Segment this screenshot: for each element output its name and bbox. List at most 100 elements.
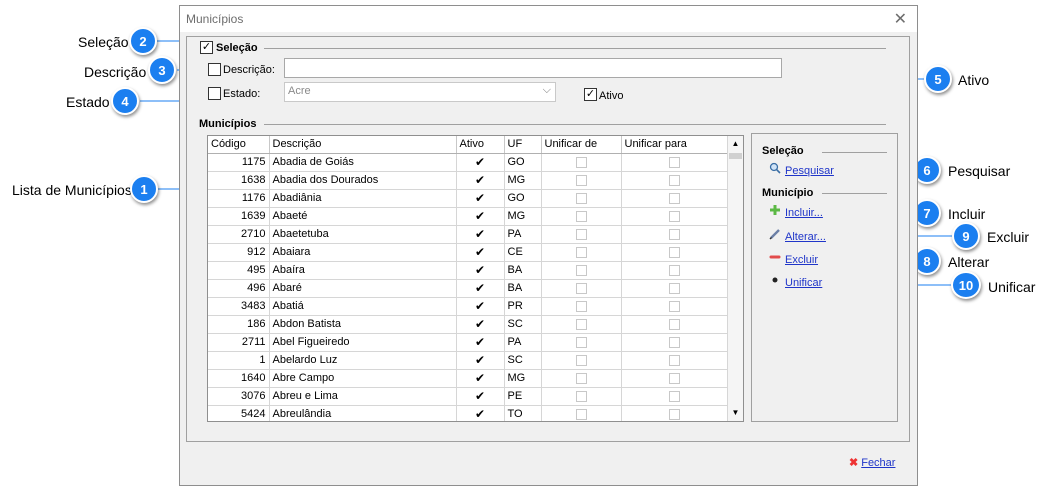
ativo-check-icon[interactable]: ✔ [475, 173, 485, 187]
ativo-check-icon[interactable]: ✔ [475, 335, 485, 349]
unificar-link[interactable]: Unificar [768, 274, 822, 289]
unchecked-box-icon[interactable] [669, 336, 680, 348]
unchecked-box-icon[interactable] [575, 210, 587, 222]
cell-unificar-de[interactable] [541, 261, 622, 280]
unchecked-box-icon[interactable] [669, 192, 680, 204]
scroll-down-icon[interactable]: ▼ [728, 405, 743, 421]
cell-ativo[interactable]: ✔ [456, 333, 505, 352]
cell-unificar-para[interactable] [621, 387, 729, 406]
col-ativo[interactable]: Ativo [456, 136, 505, 154]
cell-unificar-de[interactable] [541, 297, 622, 316]
ativo-check-icon[interactable]: ✔ [475, 281, 485, 295]
descricao-field[interactable] [284, 58, 782, 78]
unchecked-box-icon[interactable] [575, 390, 587, 402]
ativo-check-icon[interactable]: ✔ [475, 245, 485, 259]
grid-scrollbar[interactable]: ▲ ▼ [727, 136, 743, 421]
cell-unificar-para[interactable] [621, 207, 729, 226]
fechar-button[interactable]: ✖ Fechar [849, 456, 895, 469]
cell-unificar-de[interactable] [541, 369, 622, 388]
cell-unificar-para[interactable] [621, 153, 729, 172]
table-row[interactable]: 1 Abelardo Luz ✔ SC [208, 351, 729, 370]
unchecked-box-icon[interactable] [669, 282, 680, 294]
table-row[interactable]: 186 Abdon Batista ✔ SC [208, 315, 729, 334]
unchecked-box-icon[interactable] [669, 264, 680, 276]
cell-ativo[interactable]: ✔ [456, 297, 505, 316]
incluir-link[interactable]: Incluir... [768, 204, 823, 219]
table-row[interactable]: 3076 Abreu e Lima ✔ PE [208, 387, 729, 406]
pesquisar-link[interactable]: Pesquisar [768, 162, 834, 177]
table-row[interactable]: 495 Abaíra ✔ BA [208, 261, 729, 280]
table-row[interactable]: 1176 Abadiânia ✔ GO [208, 189, 729, 208]
col-uf[interactable]: UF [504, 136, 542, 154]
cell-unificar-para[interactable] [621, 315, 729, 334]
estado-select[interactable]: Acre ⌵ [284, 82, 556, 102]
cell-ativo[interactable]: ✔ [456, 315, 505, 334]
unchecked-box-icon[interactable] [669, 318, 680, 330]
cell-ativo[interactable]: ✔ [456, 225, 505, 244]
unchecked-box-icon[interactable] [669, 354, 680, 366]
unchecked-box-icon[interactable] [669, 408, 680, 420]
cell-unificar-para[interactable] [621, 261, 729, 280]
unchecked-box-icon[interactable] [575, 228, 587, 240]
unchecked-box-icon[interactable] [669, 174, 680, 186]
col-descricao[interactable]: Descrição [269, 136, 457, 154]
cell-ativo[interactable]: ✔ [456, 171, 505, 190]
ativo-check-icon[interactable]: ✔ [475, 371, 485, 385]
unchecked-box-icon[interactable] [669, 210, 680, 222]
unchecked-box-icon[interactable] [575, 300, 587, 312]
table-row[interactable]: 912 Abaiara ✔ CE [208, 243, 729, 262]
cell-ativo[interactable]: ✔ [456, 369, 505, 388]
ativo-check-icon[interactable]: ✔ [475, 191, 485, 205]
ativo-check-icon[interactable]: ✔ [475, 209, 485, 223]
cell-ativo[interactable]: ✔ [456, 189, 505, 208]
col-unificar-de[interactable]: Unificar de [541, 136, 622, 154]
table-row[interactable]: 3483 Abatiá ✔ PR [208, 297, 729, 316]
table-row[interactable]: 5424 Abreulândia ✔ TO [208, 405, 729, 421]
cell-unificar-de[interactable] [541, 315, 622, 334]
unchecked-box-icon[interactable] [575, 174, 587, 186]
unchecked-box-icon[interactable] [575, 408, 587, 420]
close-icon[interactable]: ✕ [894, 9, 907, 29]
cell-unificar-para[interactable] [621, 351, 729, 370]
ativo-check-icon[interactable]: ✔ [475, 353, 485, 367]
table-row[interactable]: 2710 Abaetetuba ✔ PA [208, 225, 729, 244]
cell-ativo[interactable]: ✔ [456, 153, 505, 172]
cell-unificar-de[interactable] [541, 225, 622, 244]
unchecked-box-icon[interactable] [575, 156, 587, 168]
cell-unificar-para[interactable] [621, 279, 729, 298]
unchecked-box-icon[interactable] [575, 372, 587, 384]
col-codigo[interactable]: Código [208, 136, 270, 154]
unchecked-box-icon[interactable] [669, 300, 680, 312]
ativo-checkbox[interactable]: ✓ [584, 88, 597, 101]
excluir-link[interactable]: Excluir [768, 251, 818, 266]
cell-ativo[interactable]: ✔ [456, 351, 505, 370]
cell-ativo[interactable]: ✔ [456, 279, 505, 298]
ativo-check-icon[interactable]: ✔ [475, 299, 485, 313]
ativo-check-icon[interactable]: ✔ [475, 263, 485, 277]
cell-ativo[interactable]: ✔ [456, 387, 505, 406]
unchecked-box-icon[interactable] [669, 228, 680, 240]
cell-unificar-para[interactable] [621, 189, 729, 208]
cell-unificar-para[interactable] [621, 171, 729, 190]
municipios-grid[interactable]: Código Descrição Ativo UF Unificar de Un… [207, 135, 744, 422]
cell-unificar-para[interactable] [621, 333, 729, 352]
ativo-check-icon[interactable]: ✔ [475, 389, 485, 403]
unchecked-box-icon[interactable] [575, 192, 587, 204]
cell-unificar-para[interactable] [621, 405, 729, 421]
cell-unificar-para[interactable] [621, 225, 729, 244]
table-row[interactable]: 1639 Abaeté ✔ MG [208, 207, 729, 226]
cell-unificar-para[interactable] [621, 369, 729, 388]
cell-unificar-para[interactable] [621, 297, 729, 316]
cell-unificar-de[interactable] [541, 387, 622, 406]
cell-ativo[interactable]: ✔ [456, 405, 505, 421]
unchecked-box-icon[interactable] [669, 372, 680, 384]
cell-unificar-de[interactable] [541, 243, 622, 262]
table-row[interactable]: 496 Abaré ✔ BA [208, 279, 729, 298]
cell-ativo[interactable]: ✔ [456, 243, 505, 262]
estado-checkbox[interactable] [208, 87, 221, 100]
cell-unificar-de[interactable] [541, 279, 622, 298]
cell-unificar-de[interactable] [541, 333, 622, 352]
cell-ativo[interactable]: ✔ [456, 207, 505, 226]
cell-unificar-de[interactable] [541, 171, 622, 190]
unchecked-box-icon[interactable] [669, 390, 680, 402]
